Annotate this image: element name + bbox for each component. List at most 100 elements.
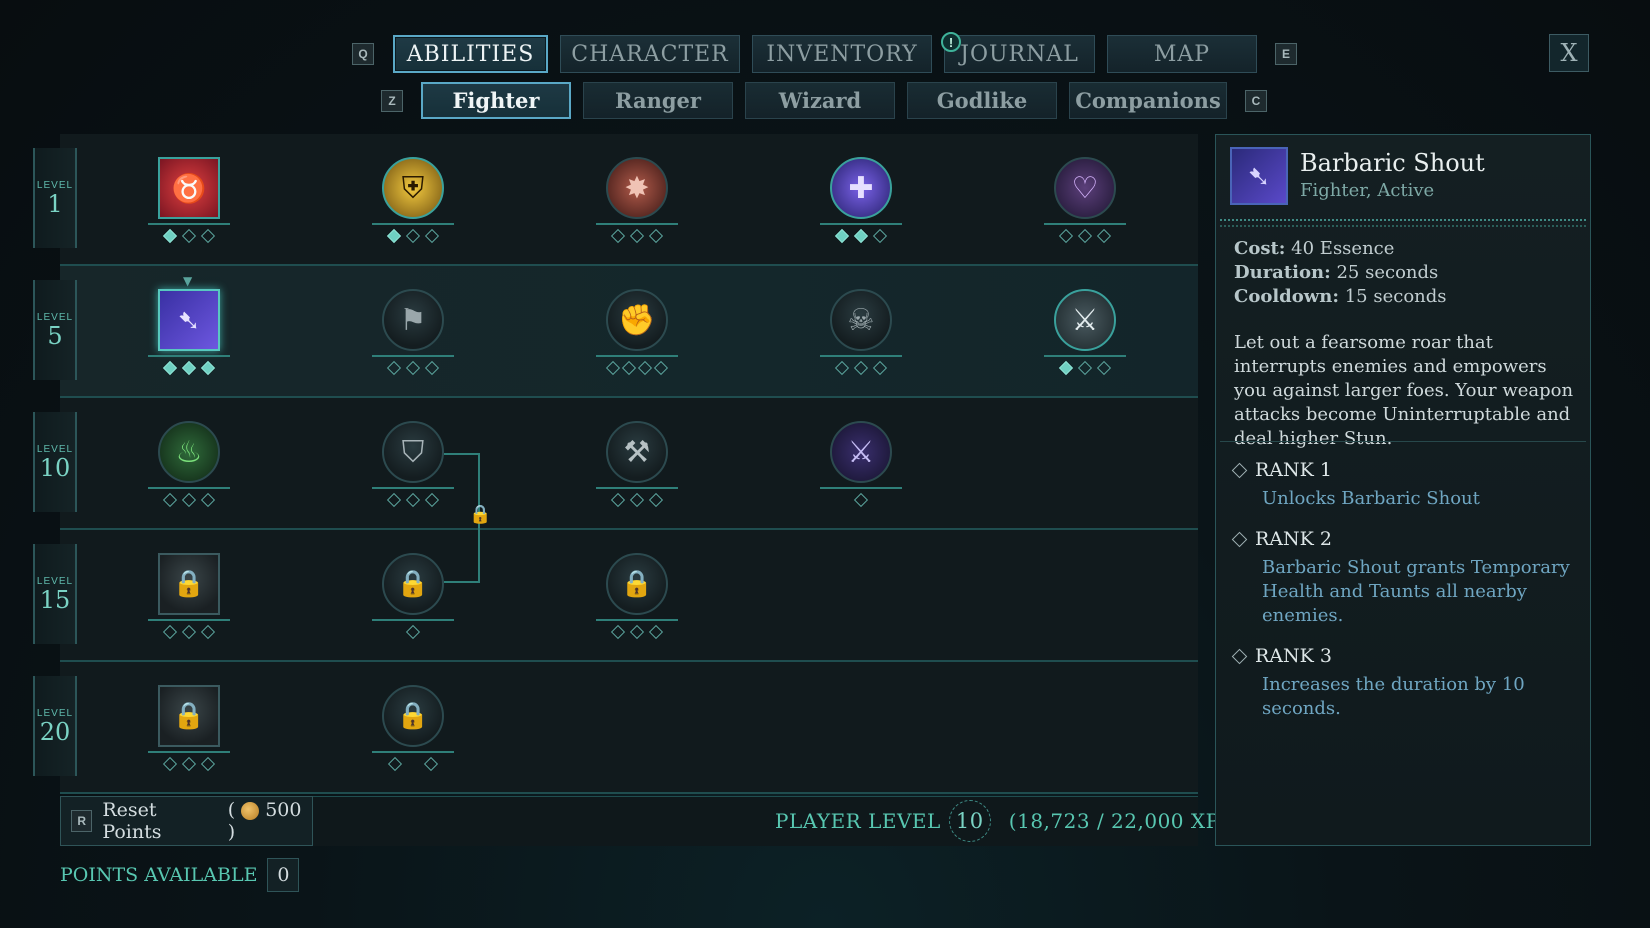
subtab-godlike[interactable]: Godlike xyxy=(907,82,1057,119)
ability-plus-cross[interactable]: ✚ xyxy=(820,157,902,257)
rank-pips xyxy=(1044,228,1126,244)
ability-locked-20-1[interactable]: 🔒 xyxy=(148,685,230,785)
tab-character[interactable]: CHARACTER xyxy=(560,35,740,73)
crossed-swords-icon: ⚔ xyxy=(830,421,892,483)
coin-icon xyxy=(241,802,260,820)
ability-stem xyxy=(148,751,230,753)
ability-crossed-swords[interactable]: ⚔ xyxy=(820,421,902,521)
ability-hammer-strike[interactable]: ⚒ xyxy=(596,421,678,521)
locked-ability-icon: 🔒 xyxy=(382,553,444,615)
ability-axe-banner[interactable]: ⚑ xyxy=(372,289,454,389)
rank-pips xyxy=(372,492,454,508)
rank-pips xyxy=(820,228,902,244)
rank-pips xyxy=(1044,360,1126,376)
key-hint-r: R xyxy=(71,810,93,832)
ability-spiked-shield[interactable]: ✸ xyxy=(596,157,678,257)
barbaric-shout-icon: ➷ xyxy=(158,289,220,351)
rank-pips xyxy=(820,492,902,508)
ability-double-axe[interactable]: ⚔ xyxy=(1044,289,1126,389)
detail-divider xyxy=(1220,441,1586,442)
rank-pips xyxy=(148,624,230,640)
rank-diamond-icon xyxy=(1231,648,1248,664)
rank-pips xyxy=(596,624,678,640)
points-available: POINTS AVAILABLE 0 xyxy=(60,858,300,892)
tab-journal[interactable]: JOURNAL xyxy=(944,35,1095,73)
locked-ability-icon: 🔒 xyxy=(158,685,220,747)
level-word: LEVEL xyxy=(36,311,74,323)
subtab-wizard[interactable]: Wizard xyxy=(745,82,895,119)
tab-inventory[interactable]: INVENTORY xyxy=(752,35,932,73)
rank-pips xyxy=(372,360,454,376)
subtab-fighter[interactable]: Fighter xyxy=(421,82,571,119)
level-tag-15: LEVEL 15 xyxy=(33,544,77,644)
detail-title: Barbaric Shout xyxy=(1300,149,1485,177)
ability-stem xyxy=(596,487,678,489)
ability-fist-punch[interactable]: ✊ xyxy=(596,289,678,389)
ability-stem xyxy=(820,223,902,225)
ability-stem xyxy=(372,487,454,489)
ability-stem xyxy=(596,619,678,621)
ability-stem xyxy=(820,355,902,357)
tab-abilities[interactable]: ABILITIES xyxy=(393,35,548,73)
tab-map[interactable]: MAP xyxy=(1107,35,1257,73)
subtab-ranger[interactable]: Ranger xyxy=(583,82,733,119)
ability-stem xyxy=(148,355,230,357)
stat-cost: Cost: 40 Essence xyxy=(1234,238,1395,259)
level-tag-5: LEVEL 5 xyxy=(33,280,77,380)
rank-pips xyxy=(372,624,454,640)
rank-label: RANK 3 xyxy=(1255,645,1332,667)
detail-divider xyxy=(1220,219,1586,227)
rank-pips xyxy=(148,360,230,376)
padlock-icon: 🔒 xyxy=(172,701,206,731)
ability-stem xyxy=(372,751,454,753)
golden-shield-icon: ⛨ xyxy=(382,157,444,219)
rank-label: RANK 2 xyxy=(1255,528,1332,550)
subtab-companions[interactable]: Companions xyxy=(1069,82,1227,119)
rank-2: RANK 2 Barbaric Shout grants Temporary H… xyxy=(1231,528,1579,628)
ability-locked-15-1[interactable]: 🔒 xyxy=(148,553,230,653)
ability-sword-shield[interactable]: ⛉ xyxy=(372,421,454,521)
ability-green-flame[interactable]: ♨ xyxy=(148,421,230,521)
ability-locked-15-2[interactable]: 🔒 xyxy=(372,553,454,653)
ability-stem xyxy=(596,355,678,357)
locked-ability-icon: 🔒 xyxy=(158,553,220,615)
detail-subtitle: Fighter, Active xyxy=(1300,180,1435,201)
ability-stem xyxy=(372,355,454,357)
detail-header: ➷ Barbaric Shout Fighter, Active xyxy=(1230,147,1485,205)
reset-points-label: Reset Points xyxy=(102,799,162,843)
ability-stem xyxy=(596,223,678,225)
ability-stem xyxy=(148,223,230,225)
sword-shield-icon: ⛉ xyxy=(382,421,444,483)
ability-purple-heart[interactable]: ♡ xyxy=(1044,157,1126,257)
ability-barbaric-shout[interactable]: ➷ xyxy=(148,289,230,389)
rank-description: Increases the duration by 10 seconds. xyxy=(1262,674,1525,719)
ability-golden-shield[interactable]: ⛨ xyxy=(372,157,454,257)
padlock-icon: 🔒 xyxy=(620,569,654,599)
rank-1: RANK 1 Unlocks Barbaric Shout xyxy=(1231,459,1579,511)
rank-diamond-icon xyxy=(1231,531,1248,547)
level-number: 5 xyxy=(47,321,63,350)
rank-pips xyxy=(148,492,230,508)
ability-bull-rage[interactable]: ♉ xyxy=(148,157,230,257)
player-level-value: 10 xyxy=(948,800,991,842)
ability-locked-15-3[interactable]: 🔒 xyxy=(596,553,678,653)
detail-description: Let out a fearsome roar that interrupts … xyxy=(1234,332,1574,449)
rank-pips xyxy=(148,756,230,772)
key-hint-z: Z xyxy=(381,90,403,112)
rank-label: RANK 1 xyxy=(1255,459,1332,481)
ability-locked-20-2[interactable]: 🔒 xyxy=(372,685,454,785)
journal-alert-icon: ! xyxy=(941,32,961,52)
rank-pips xyxy=(596,492,678,508)
ability-stem xyxy=(1044,355,1126,357)
ability-skull-hammer[interactable]: ☠ xyxy=(820,289,902,389)
prerequisite-connector xyxy=(444,453,480,455)
green-flame-icon: ♨ xyxy=(158,421,220,483)
stat-cooldown: Cooldown: 15 seconds xyxy=(1234,286,1447,307)
rank-pips xyxy=(372,756,454,772)
tree-row-level-20 xyxy=(60,662,1198,794)
player-level-label: PLAYER LEVEL xyxy=(775,809,941,833)
level-tag-10: LEVEL 10 xyxy=(33,412,77,512)
xp-progress: (18,723 / 22,000 XP) xyxy=(1008,809,1228,833)
close-button[interactable]: X xyxy=(1549,34,1589,72)
reset-points-button[interactable]: R Reset Points ( 500 ) xyxy=(60,796,313,846)
